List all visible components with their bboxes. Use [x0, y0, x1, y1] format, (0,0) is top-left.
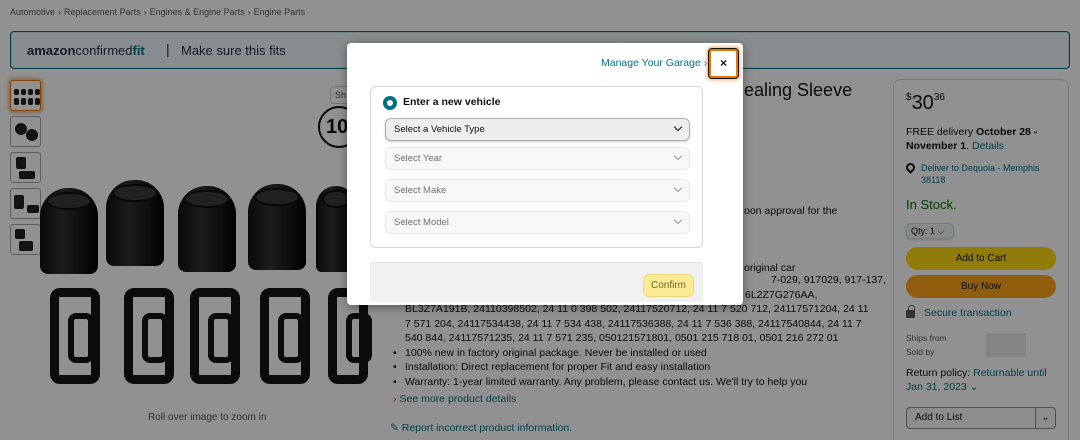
- chevron-down-icon: [673, 151, 683, 161]
- chevron-down-icon: [673, 215, 683, 225]
- new-vehicle-label: Enter a new vehicle: [403, 96, 501, 108]
- model-select[interactable]: Select Model: [385, 211, 690, 234]
- new-vehicle-panel: Enter a new vehicle Select a Vehicle Typ…: [370, 86, 703, 248]
- confirm-button[interactable]: Confirm: [643, 274, 694, 297]
- modal-footer: Confirm: [370, 262, 703, 302]
- make-select[interactable]: Select Make: [385, 179, 690, 202]
- chevron-down-icon: [673, 122, 683, 132]
- year-select[interactable]: Select Year: [385, 147, 690, 170]
- chevron-down-icon: [673, 183, 683, 193]
- close-button[interactable]: ×: [708, 48, 739, 79]
- new-vehicle-radio[interactable]: [384, 97, 396, 109]
- vehicle-type-select[interactable]: Select a Vehicle Type: [385, 118, 690, 141]
- chevron-right-icon: ›: [703, 57, 708, 69]
- vehicle-fit-modal: Manage Your Garage › × Enter a new vehic…: [347, 43, 743, 305]
- manage-garage-link[interactable]: Manage Your Garage ›: [601, 57, 707, 69]
